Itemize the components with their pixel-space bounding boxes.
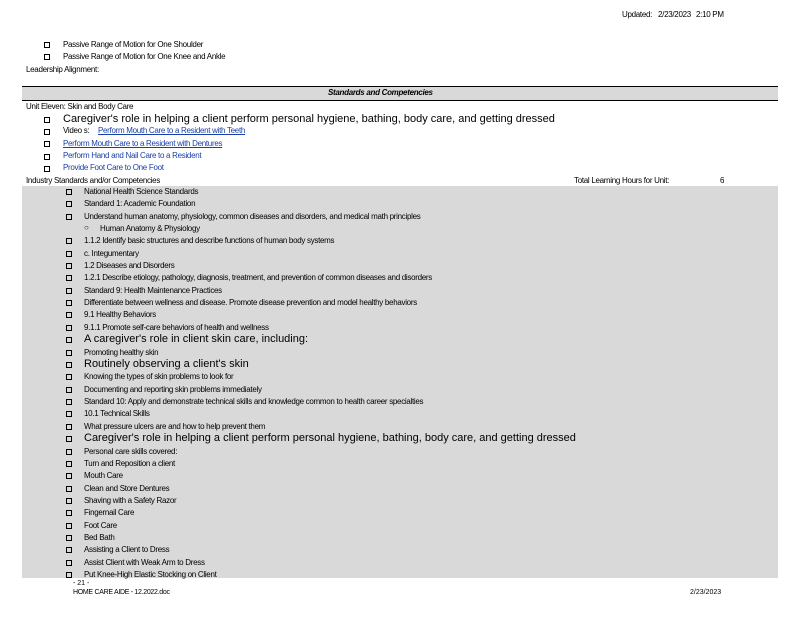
bullet-icon	[66, 238, 72, 244]
list-item: What pressure ulcers are and how to help…	[84, 422, 266, 431]
bullet-icon	[66, 350, 72, 356]
bullet-icon	[66, 288, 72, 294]
bullet-icon	[66, 535, 72, 541]
video-link-dentures[interactable]: Perform Mouth Care to a Resident with De…	[63, 139, 222, 148]
bullet-icon	[66, 214, 72, 220]
bullet-icon	[44, 129, 50, 135]
list-item: Mouth Care	[84, 471, 123, 480]
list-item: 10.1 Technical Skills	[84, 409, 150, 418]
bullet-icon	[66, 498, 72, 504]
bullet-icon	[44, 54, 50, 60]
bullet-icon	[44, 154, 50, 160]
list-item: Put Knee-High Elastic Stocking on Client	[84, 570, 217, 579]
list-item: Foot Care	[84, 521, 117, 530]
list-item: Assisting a Client to Dress	[84, 545, 170, 554]
updated-date: 2/23/2023	[658, 10, 691, 19]
bullet-icon	[66, 547, 72, 553]
list-item: Bed Bath	[84, 533, 115, 542]
list-item: 1.1.2 Identify basic structures and desc…	[84, 236, 335, 245]
bullet-icon	[66, 312, 72, 318]
list-item: Human Anatomy & Physiology	[100, 224, 200, 233]
list-item: 1.2.1 Describe etiology, pathology, diag…	[84, 273, 432, 282]
list-item: Caregiver's role in helping a client per…	[84, 432, 576, 444]
list-item: Assist Client with Weak Arm to Dress	[84, 558, 205, 567]
bullet-icon	[66, 523, 72, 529]
bullet-icon	[66, 461, 72, 467]
list-item: 9.1 Healthy Behaviors	[84, 310, 156, 319]
list-item: Differentiate between wellness and disea…	[84, 298, 417, 307]
video-link-hand-nail[interactable]: Perform Hand and Nail Care to a Resident	[63, 151, 202, 160]
list-item: c. Integumentary	[84, 249, 139, 258]
list-item: 9.1.1 Promote self-care behaviors of hea…	[84, 323, 269, 332]
standards-header-bar: Standards and Competencies	[22, 86, 778, 101]
list-item: National Health Science Standards	[84, 187, 199, 196]
bullet-icon	[66, 473, 72, 479]
list-item: Routinely observing a client's skin	[84, 358, 249, 370]
updated-label: Updated:	[622, 10, 653, 19]
unit-title: Unit Eleven: Skin and Body Care	[26, 102, 134, 111]
list-item: Understand human anatomy, physiology, co…	[84, 212, 421, 221]
bullet-icon	[66, 275, 72, 281]
bullet-icon	[66, 449, 72, 455]
bullet-icon	[66, 201, 72, 207]
list-item: Promoting healthy skin	[84, 348, 159, 357]
bullet-icon	[66, 362, 72, 368]
list-item: Shaving with a Safety Razor	[84, 496, 177, 505]
bullet-icon	[44, 117, 50, 123]
video-link-teeth[interactable]: Perform Mouth Care to a Resident with Te…	[98, 126, 245, 135]
bullet-icon	[44, 141, 50, 147]
list-item: Turn and Reposition a client	[84, 459, 175, 468]
bullet-icon	[66, 387, 72, 393]
updated-time: 2:10 PM	[696, 10, 724, 19]
bullet-icon	[66, 486, 72, 492]
list-item: 1.2 Diseases and Disorders	[84, 261, 175, 270]
video-link-foot-care[interactable]: Provide Foot Care to One Foot	[63, 163, 164, 172]
bullet-icon	[66, 560, 72, 566]
bullet-icon	[66, 411, 72, 417]
list-item: Knowing the types of skin problems to lo…	[84, 372, 234, 381]
industry-label: Industry Standards and/or Competencies	[26, 176, 161, 185]
footer-date: 2/23/2023	[690, 589, 722, 596]
bullet-icon	[44, 42, 50, 48]
list-item: Personal care skills covered:	[84, 447, 178, 456]
total-hours-label: Total Learning Hours for Unit:	[574, 176, 670, 185]
list-item: Standard 10: Apply and demonstrate techn…	[84, 397, 424, 406]
footer-doc-name: HOME CARE AIDE - 12.2022.doc	[73, 589, 170, 596]
bullet-icon	[44, 166, 50, 172]
bullet-icon	[66, 510, 72, 516]
circle-bullet-icon: ○	[84, 223, 89, 232]
list-item: Documenting and reporting skin problems …	[84, 385, 262, 394]
unit-item: Caregiver's role in helping a client per…	[63, 113, 555, 125]
bullet-icon	[66, 374, 72, 380]
list-item: Fingernail Care	[84, 508, 135, 517]
bullet-icon	[66, 300, 72, 306]
list-item: A caregiver's role in client skin care, …	[84, 333, 309, 345]
bullet-icon	[66, 251, 72, 257]
bullet-icon	[66, 189, 72, 195]
bullet-icon	[66, 263, 72, 269]
bullet-icon	[66, 436, 72, 442]
list-item: Passive Range of Motion for One Knee and…	[63, 52, 226, 61]
standards-list: National Health Science Standards Standa…	[22, 186, 778, 579]
bullet-icon	[66, 337, 72, 343]
bullet-icon	[66, 399, 72, 405]
list-item: Passive Range of Motion for One Shoulder	[63, 40, 204, 49]
video-prefix: Video s:	[63, 126, 90, 135]
page-number: - 21 -	[73, 580, 90, 587]
bullet-icon	[66, 572, 72, 578]
standards-header-title: Standards and Competencies	[328, 88, 433, 97]
bullet-icon	[66, 424, 72, 430]
leadership-alignment-label: Leadership Alignment:	[26, 65, 99, 74]
list-item: Standard 9: Health Maintenance Practices	[84, 286, 222, 295]
total-hours-value: 6	[720, 176, 725, 185]
bullet-icon	[66, 325, 72, 331]
list-item: Standard 1: Academic Foundation	[84, 199, 196, 208]
list-item: Clean and Store Dentures	[84, 484, 170, 493]
